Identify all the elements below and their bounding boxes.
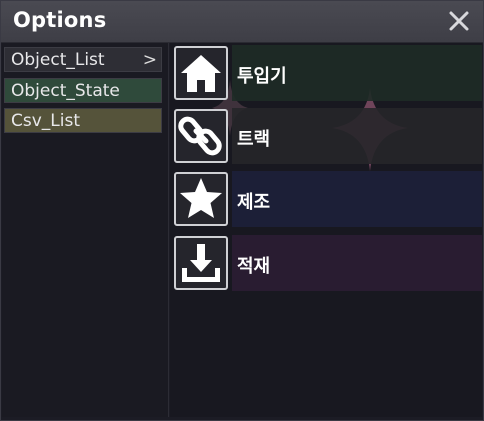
action-row-1[interactable]: 투입기 bbox=[170, 45, 482, 103]
options-window: Options Object_List > Object_State Csv_L… bbox=[0, 0, 484, 421]
sidebar-panel: Object_List > Object_State Csv_List bbox=[2, 43, 169, 417]
action-label: 적재 bbox=[237, 256, 271, 277]
sidebar-item-label: Csv_List bbox=[11, 111, 81, 131]
window-title: Options bbox=[13, 8, 107, 32]
download-icon bbox=[174, 236, 228, 290]
action-row-3[interactable]: 제조 bbox=[170, 171, 482, 229]
action-row-2[interactable]: 트랙 bbox=[170, 108, 482, 166]
sidebar-item-label: Object_List bbox=[11, 50, 105, 70]
sidebar-item-object-state[interactable]: Object_State bbox=[4, 78, 162, 103]
sidebar-item-csv-list[interactable]: Csv_List bbox=[4, 108, 162, 133]
action-label: 투입기 bbox=[237, 66, 287, 87]
sidebar-item-label: Object_State bbox=[11, 81, 120, 101]
star-icon bbox=[174, 172, 228, 226]
action-label: 트랙 bbox=[237, 129, 271, 150]
link-icon bbox=[174, 109, 228, 163]
home-icon bbox=[174, 46, 228, 100]
action-row-4[interactable]: 적재 bbox=[170, 235, 482, 293]
action-panel: 투입기 트랙 제조 적재 bbox=[170, 43, 482, 417]
action-label: 제조 bbox=[237, 192, 271, 213]
sidebar-item-object-list[interactable]: Object_List > bbox=[4, 47, 162, 72]
title-bar: Options bbox=[1, 1, 483, 43]
chevron-right-icon: > bbox=[142, 50, 157, 70]
close-icon[interactable] bbox=[447, 9, 471, 33]
